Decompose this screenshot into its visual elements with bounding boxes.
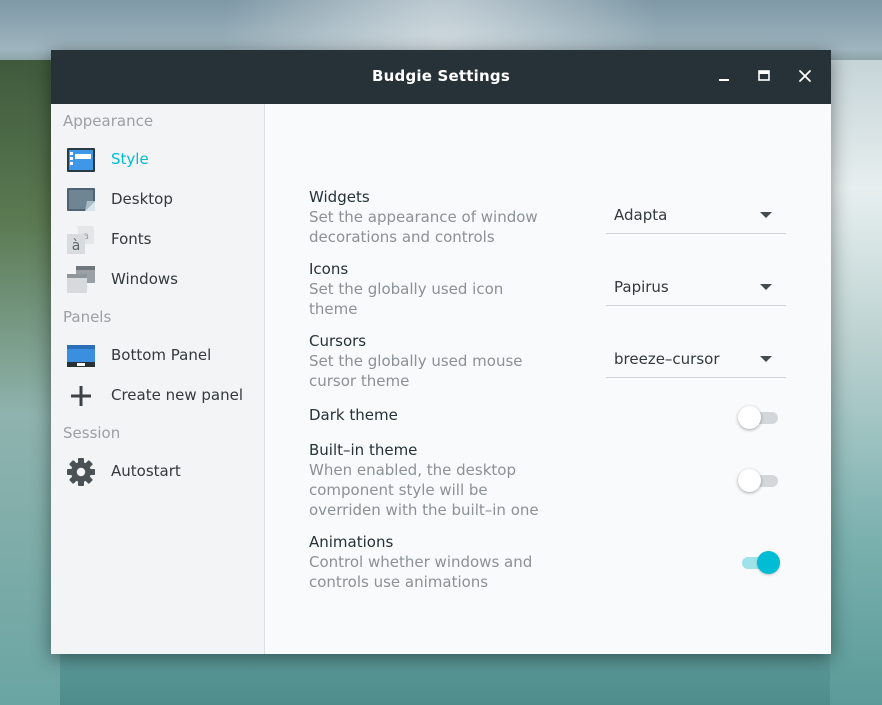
title-bar[interactable]: Budgie Settings — [51, 50, 831, 104]
cursors-dropdown[interactable]: breeze–cursor — [606, 341, 786, 378]
widgets-description: Set the appearance of window decorations… — [309, 208, 538, 246]
icons-dropdown[interactable]: Papirus — [606, 269, 786, 306]
gear-icon — [67, 458, 95, 486]
switch-knob — [738, 406, 761, 429]
icons-description: Set the globally used icon theme — [309, 280, 504, 318]
sidebar-item-bottom-panel[interactable]: Bottom Panel — [51, 337, 264, 373]
plus-icon — [71, 386, 91, 406]
sidebar-item-autostart[interactable]: Autostart — [51, 453, 264, 489]
sidebar-item-label: Fonts — [111, 230, 152, 248]
sidebar-item-create-panel[interactable]: Create new panel — [51, 377, 264, 413]
sidebar: Appearance Style Desktop a à Fonts Windo… — [51, 104, 265, 654]
switch-knob — [757, 551, 780, 574]
style-settings-panel: Widgets Set the appearance of window dec… — [265, 104, 831, 654]
sidebar-item-label: Style — [111, 150, 149, 168]
sidebar-item-windows[interactable]: Windows — [51, 261, 264, 297]
dark-theme-title: Dark theme — [309, 406, 398, 424]
builtin-theme-title: Built–in theme — [309, 441, 418, 459]
windows-icon — [67, 266, 95, 293]
wallpaper-right — [830, 60, 882, 705]
animations-switch[interactable] — [738, 549, 782, 575]
icons-value: Papirus — [614, 278, 669, 296]
sidebar-item-desktop[interactable]: Desktop — [51, 181, 264, 217]
close-button[interactable] — [794, 65, 816, 87]
sidebar-item-label: Windows — [111, 270, 178, 288]
sidebar-item-label: Create new panel — [111, 386, 243, 404]
widgets-value: Adapta — [614, 206, 668, 224]
sidebar-item-label: Bottom Panel — [111, 346, 212, 364]
cursors-title: Cursors — [309, 332, 367, 350]
sidebar-item-label: Desktop — [111, 190, 173, 208]
builtin-theme-description: When enabled, the desktop component styl… — [309, 461, 539, 519]
dark-theme-switch[interactable] — [738, 404, 782, 430]
widgets-title: Widgets — [309, 188, 370, 206]
animations-title: Animations — [309, 533, 394, 551]
chevron-down-icon — [760, 284, 772, 290]
panel-icon — [67, 345, 95, 367]
sidebar-heading-session: Session — [63, 424, 121, 442]
icons-title: Icons — [309, 260, 349, 278]
sidebar-item-label: Autostart — [111, 462, 181, 480]
close-icon — [799, 70, 811, 82]
chevron-down-icon — [760, 212, 772, 218]
sidebar-heading-appearance: Appearance — [63, 112, 154, 130]
switch-knob — [738, 469, 761, 492]
sidebar-heading-panels: Panels — [63, 308, 112, 326]
maximize-icon — [758, 70, 770, 81]
svg-text:à: à — [72, 238, 81, 254]
fonts-icon: a à — [67, 226, 94, 254]
style-icon — [67, 148, 95, 172]
cursors-value: breeze–cursor — [614, 350, 720, 368]
settings-window: Budgie Settings Appearance Style Desktop… — [51, 50, 831, 654]
minimize-icon — [719, 79, 729, 81]
sidebar-item-fonts[interactable]: a à Fonts — [51, 221, 264, 257]
desktop-icon — [67, 188, 95, 211]
builtin-theme-switch[interactable] — [738, 467, 782, 493]
maximize-button[interactable] — [753, 65, 775, 87]
sidebar-item-style[interactable]: Style — [51, 141, 264, 177]
animations-description: Control whether windows and controls use… — [309, 553, 533, 591]
minimize-button[interactable] — [713, 65, 735, 87]
widgets-dropdown[interactable]: Adapta — [606, 197, 786, 234]
cursors-description: Set the globally used mouse cursor theme — [309, 352, 523, 390]
chevron-down-icon — [760, 356, 772, 362]
